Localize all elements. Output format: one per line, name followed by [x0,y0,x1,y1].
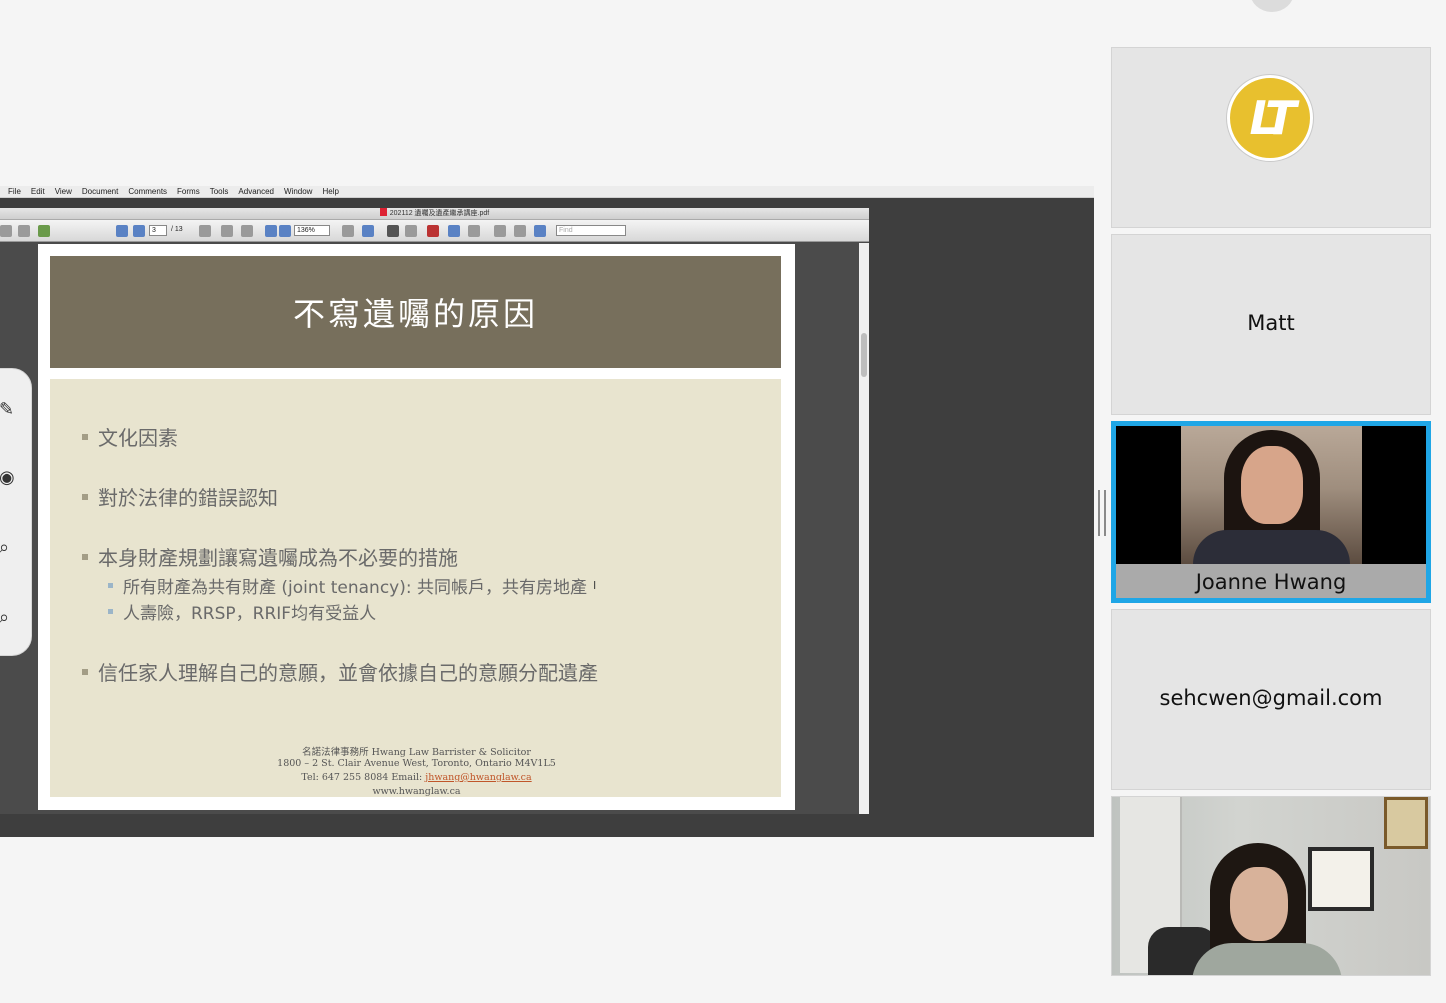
scrollbar-thumb[interactable] [861,333,867,377]
sub-bullet-text: 所有財產為共有財產 (joint tenancy): 共同帳戶，共有房地產 [123,578,587,598]
video-person-face [1230,867,1288,941]
sub-bullet-item: 所有財產為共有財產 (joint tenancy): 共同帳戶，共有房地產 I [108,573,596,598]
pdf-page: 不寫遺囑的原因 文化因素 對於法律的錯誤認知 本身財產規劃讓寫遺囑成為不必要的措… [38,244,795,810]
pdf-viewer-window: 202112 遺囑及遺產繼承講座.pdf 3 / 13 136% Find 不寫… [0,208,869,814]
footer-line-website: www.hwanglaw.ca [372,786,461,797]
panel-resize-handle[interactable] [1098,490,1106,536]
menu-window[interactable]: Window [284,187,312,196]
logo-text: LT [1249,91,1296,145]
video-person-torso [1193,530,1350,564]
zoom-out-icon[interactable] [265,225,277,237]
pdf-document-area: 不寫遺囑的原因 文化因素 對於法律的錯誤認知 本身財產規劃讓寫遺囑成為不必要的措… [0,243,869,814]
text-edit-icon[interactable] [427,225,439,237]
footer-line-address: 1800 – 2 St. Clair Avenue West, Toronto,… [277,758,556,769]
footer-email-link[interactable]: jhwang@hwanglaw.ca [425,772,531,783]
crop-icon[interactable] [448,225,460,237]
pen-icon[interactable]: ✎ [0,399,19,421]
video-wall-frame [1384,797,1428,849]
participant-tile-matt[interactable]: Matt [1111,234,1431,415]
sign-icon[interactable] [534,225,546,237]
fit-width-icon[interactable] [362,225,374,237]
zoom-level-input[interactable]: 136% [294,225,330,236]
collaborate-icon[interactable] [38,225,50,237]
participant-tile-active-speaker[interactable]: Joanne Hwang [1111,421,1431,603]
annotation-palette: ✎ ◉ ⌕ ⌕ [0,368,32,656]
sub-bullet-text: 人壽險，RRSP，RRIF均有受益人 [123,604,377,624]
participant-name-bar: Joanne Hwang [1116,564,1426,598]
menu-comments[interactable]: Comments [128,187,167,196]
participant-tile-self-video[interactable] [1111,796,1431,976]
zoom-in-icon[interactable] [279,225,291,237]
footer-tel: Tel: 647 255 8084 Email: [301,772,426,783]
pdf-window-title: 202112 遺囑及遺產繼承講座.pdf [0,208,869,220]
menu-tools[interactable]: Tools [210,187,229,196]
print-icon[interactable] [0,225,12,237]
hand-tool-icon[interactable] [221,225,233,237]
sub-bullet-item: 人壽險，RRSP，RRIF均有受益人 [108,599,376,624]
participant-tile-email[interactable]: sehcwen@gmail.com [1111,609,1431,790]
participant-tile-logo[interactable]: LT [1111,47,1431,228]
select-tool-icon[interactable] [199,225,211,237]
bullet-marker [82,493,88,500]
shared-screen: File Edit View Document Comments Forms T… [0,186,1094,837]
menu-help[interactable]: Help [322,187,338,196]
participant-video [1181,426,1362,564]
video-person-face [1240,446,1303,524]
text-cursor-icon: I [593,579,597,592]
participant-name: sehcwen@gmail.com [1159,686,1383,710]
next-page-icon[interactable] [133,225,145,237]
attach-icon[interactable] [468,225,480,237]
video-person-torso [1192,943,1342,975]
laser-pointer-icon[interactable]: ◉ [0,467,19,489]
slide-header: 不寫遺囑的原因 [50,256,781,368]
video-wall-frame [1308,847,1374,911]
participant-name: Joanne Hwang [1195,570,1347,594]
slide-body: 文化因素 對於法律的錯誤認知 本身財產規劃讓寫遺囑成為不必要的措施 所有財產為共… [50,379,781,797]
slide-title: 不寫遺囑的原因 [292,295,538,333]
company-logo: LT [1227,75,1313,161]
menu-document[interactable]: Document [82,187,118,196]
sub-bullet-marker [108,609,113,614]
zoom-in-icon[interactable]: ⌕ [0,537,19,559]
app-menubar: File Edit View Document Comments Forms T… [0,186,1094,198]
comment-icon[interactable] [494,225,506,237]
pdf-file-icon [379,208,387,216]
participant-name: Matt [1247,311,1295,335]
zoom-tool-icon[interactable] [241,225,253,237]
bullet-item: 文化因素 [82,422,178,451]
pdf-vertical-scrollbar[interactable] [859,243,869,814]
bullet-text: 本身財產規劃讓寫遺囑成為不必要的措施 [98,546,458,570]
sub-bullet-marker [108,583,113,588]
email-icon[interactable] [18,225,30,237]
menu-view[interactable]: View [55,187,72,196]
bullet-marker [82,553,88,560]
top-control-button[interactable] [1250,0,1294,12]
bullet-text: 對於法律的錯誤認知 [98,486,278,510]
footer-line-firm: 名諾法律事務所 Hwang Law Barrister & Solicitor [302,747,531,758]
find-input[interactable]: Find [556,225,626,236]
bullet-text: 文化因素 [98,426,178,450]
menu-forms[interactable]: Forms [177,187,200,196]
menu-edit[interactable]: Edit [31,187,45,196]
zoom-out-icon[interactable]: ⌕ [0,607,19,629]
menu-advanced[interactable]: Advanced [238,187,274,196]
menu-file[interactable]: File [8,187,21,196]
pages-icon[interactable] [514,225,526,237]
previous-page-icon[interactable] [116,225,128,237]
meeting-window: File Edit View Document Comments Forms T… [0,0,1446,1003]
pdf-title-text: 202112 遺囑及遺產繼承講座.pdf [389,210,490,217]
fit-page-icon[interactable] [342,225,354,237]
bullet-item: 本身財產規劃讓寫遺囑成為不必要的措施 [82,542,458,571]
bullet-marker [82,433,88,440]
ok-stamp-icon[interactable] [405,225,417,237]
pdf-toolbar: 3 / 13 136% Find [0,220,869,242]
bullet-text: 信任家人理解自己的意願，並會依據自己的意願分配遺產 [98,661,598,685]
footer-line-contact: Tel: 647 255 8084 Email: jhwang@hwanglaw… [38,772,795,783]
bullet-item: 對於法律的錯誤認知 [82,482,278,511]
page-number-input[interactable]: 3 [149,225,167,236]
arrow-tool-icon[interactable] [387,225,399,237]
bullet-marker [82,668,88,675]
page-total-label: / 13 [171,226,183,233]
bullet-item: 信任家人理解自己的意願，並會依據自己的意願分配遺產 [82,657,598,686]
